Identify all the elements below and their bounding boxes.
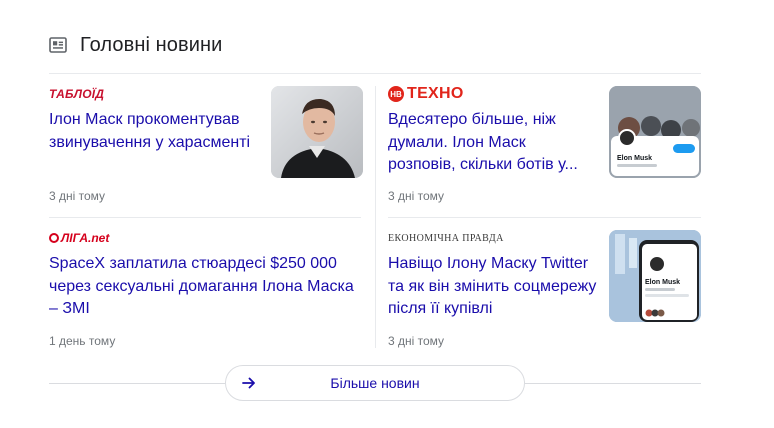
publish-time: 3 дні тому	[388, 189, 445, 203]
publish-time: 3 дні тому	[49, 189, 106, 203]
profile-name-text: Elon Musk	[617, 155, 652, 162]
news-headline[interactable]: SpaceX заплатила стюардесі $250 000 чере…	[49, 253, 361, 321]
divider-line	[49, 383, 225, 384]
news-card[interactable]: ЛІГА.net SpaceX заплатила стюардесі $250…	[49, 228, 361, 354]
news-thumbnail[interactable]: Elon Musk	[609, 230, 701, 322]
more-news-label: Більше новин	[330, 375, 420, 391]
news-thumbnail[interactable]	[271, 86, 363, 178]
section-title: Головні новини	[80, 33, 223, 56]
news-card[interactable]: НВ ТЕХНО Вдесятеро більше, ніж думали. І…	[388, 84, 701, 210]
more-news-button[interactable]: Більше новин	[225, 365, 525, 401]
profile-name-text: Elon Musk	[645, 279, 680, 286]
arrow-right-icon	[242, 377, 255, 389]
publish-time: 1 день тому	[49, 334, 116, 348]
source-name: ЛІГА.net	[61, 231, 110, 245]
news-thumbnail[interactable]: Elon Musk	[609, 86, 701, 178]
column-divider	[375, 86, 376, 348]
news-card[interactable]: ЕКОНОМІЧНА ПРАВДА Навіщо Ілону Маску Twi…	[388, 228, 701, 354]
source-logo: ТАБЛОЇД	[49, 84, 249, 104]
liga-logo-icon	[49, 233, 59, 243]
source-logo: ЛІГА.net	[49, 228, 361, 248]
news-headline[interactable]: Ілон Маск прокоментував звинувачення у х…	[49, 109, 259, 154]
person-portrait-image	[271, 86, 363, 178]
source-name: ТАБЛОЇД	[49, 87, 105, 101]
source-name: ЕКОНОМІЧНА ПРАВДА	[388, 232, 504, 244]
phone-profile-image: Elon Musk	[609, 230, 701, 322]
header-divider	[49, 73, 701, 74]
row-divider	[49, 217, 361, 218]
publish-time: 3 дні тому	[388, 334, 445, 348]
phone-profile-image: Elon Musk	[609, 86, 701, 178]
newspaper-icon	[49, 37, 67, 53]
divider-line	[525, 383, 701, 384]
row-divider	[388, 217, 701, 218]
news-card[interactable]: ТАБЛОЇД Ілон Маск прокоментував звинувач…	[49, 84, 363, 210]
news-headline[interactable]: Навіщо Ілону Маску Twitter та як він змі…	[388, 253, 598, 321]
top-stories-header: Головні новини	[49, 30, 222, 60]
more-news-row: Більше новин	[49, 365, 701, 401]
source-name: ТЕХНО	[407, 85, 464, 102]
nv-logo-icon: НВ	[388, 86, 404, 102]
news-headline[interactable]: Вдесятеро більше, ніж думали. Ілон Маск …	[388, 109, 593, 177]
